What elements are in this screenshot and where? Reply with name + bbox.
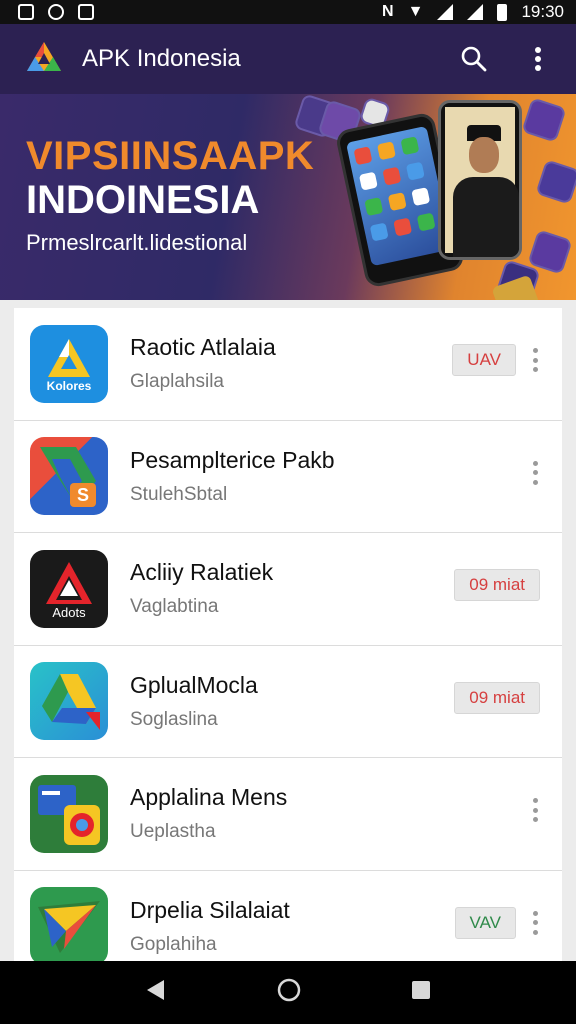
status-time: 19:30: [521, 2, 564, 21]
home-icon: [277, 978, 301, 1002]
status-badge[interactable]: 09 miat: [454, 681, 540, 714]
send-logo-icon: [38, 901, 100, 954]
app-list: Kolores Raotic Atlalaia Glaplahsila UAV …: [14, 308, 562, 961]
app-icon-letter: S: [77, 485, 90, 506]
more-vert-icon: [535, 47, 541, 71]
more-vert-icon[interactable]: [532, 910, 538, 935]
app-title: Applalina Mens: [130, 784, 288, 811]
app-subtitle: Ueplastha: [130, 821, 216, 843]
apk-logo-icon: [27, 42, 61, 71]
app-icon: Adots: [30, 549, 108, 628]
app-icon: [30, 774, 108, 853]
app-icon: [30, 887, 108, 961]
app-tile-icon: [535, 159, 576, 205]
slides-logo-icon: [40, 447, 96, 508]
app-icon: S: [30, 437, 108, 516]
back-button[interactable]: [144, 978, 168, 1007]
overflow-menu-button[interactable]: [518, 39, 558, 79]
status-bar: N ▼ 19:30: [0, 0, 576, 24]
more-vert-icon[interactable]: [532, 798, 538, 822]
banner-headline-2: INDOINESIA: [26, 178, 260, 222]
home-button[interactable]: [276, 977, 302, 1008]
banner-subtitle: Prmeslrcarlt.lidestional: [26, 230, 248, 255]
app-tile-icon: [521, 97, 567, 143]
more-vert-icon[interactable]: [532, 460, 538, 485]
status-system: N ▼ 19:30: [382, 2, 564, 22]
list-item[interactable]: GplualMocla Soglaslina 09 miat: [14, 645, 562, 758]
person-phone-illustration: [438, 100, 522, 260]
recents-button[interactable]: [410, 979, 432, 1006]
bag-notification-icon: [78, 4, 94, 20]
list-item[interactable]: Drpelia Silalaiat Goplahiha VAV: [14, 870, 562, 961]
battery-icon: [497, 3, 508, 21]
banner-headline: VIPSIINSAAPK: [26, 134, 315, 178]
back-icon: [147, 980, 164, 1000]
wifi-icon: ▼: [407, 3, 424, 20]
drive-logo-icon: [42, 674, 100, 731]
status-notifications: [18, 4, 94, 20]
person-photo: [445, 107, 519, 257]
app-icon-label: Kolores: [46, 378, 92, 393]
recents-icon: [412, 981, 430, 999]
signal-2-icon: [467, 4, 484, 20]
image-notification-icon: [18, 4, 34, 20]
app-icon: Kolores: [30, 324, 108, 403]
browser-logo-icon: [38, 784, 100, 845]
status-badge[interactable]: 09 miat: [454, 569, 540, 601]
app-icon: [30, 662, 108, 741]
system-nav-bar: [0, 961, 576, 1024]
status-badge[interactable]: VAV: [454, 906, 516, 939]
sync-notification-icon: [48, 4, 64, 20]
list-item[interactable]: Applalina Mens Ueplastha: [14, 758, 562, 871]
page-title: APK Indonesia: [82, 45, 241, 72]
search-button[interactable]: [454, 39, 494, 79]
app-icon-label: Adots: [52, 604, 86, 620]
app-title: Pesamplterice Pakb: [130, 446, 335, 473]
signal-icon: [437, 4, 454, 20]
phone-screen-illustration: [345, 125, 453, 267]
app-grid-icon: [354, 137, 435, 241]
app-subtitle: StulehSbtal: [130, 483, 228, 505]
list-item[interactable]: S Pesamplterice Pakb StulehSbtal: [14, 420, 562, 533]
search-icon: [461, 46, 487, 72]
nfc-icon: N: [382, 3, 394, 20]
list-item[interactable]: Kolores Raotic Atlalaia Glaplahsila UAV: [14, 308, 562, 421]
promo-banner[interactable]: VIPSIINSAAPK INDOINESIA Prmeslrcarlt.lid…: [0, 94, 576, 300]
list-item[interactable]: Adots Acliiy Ralatiek Vaglabtina 09 miat: [14, 533, 562, 646]
app-bar: APK Indonesia: [0, 24, 576, 94]
status-badge[interactable]: UAV: [452, 344, 516, 376]
more-vert-icon[interactable]: [532, 348, 538, 372]
